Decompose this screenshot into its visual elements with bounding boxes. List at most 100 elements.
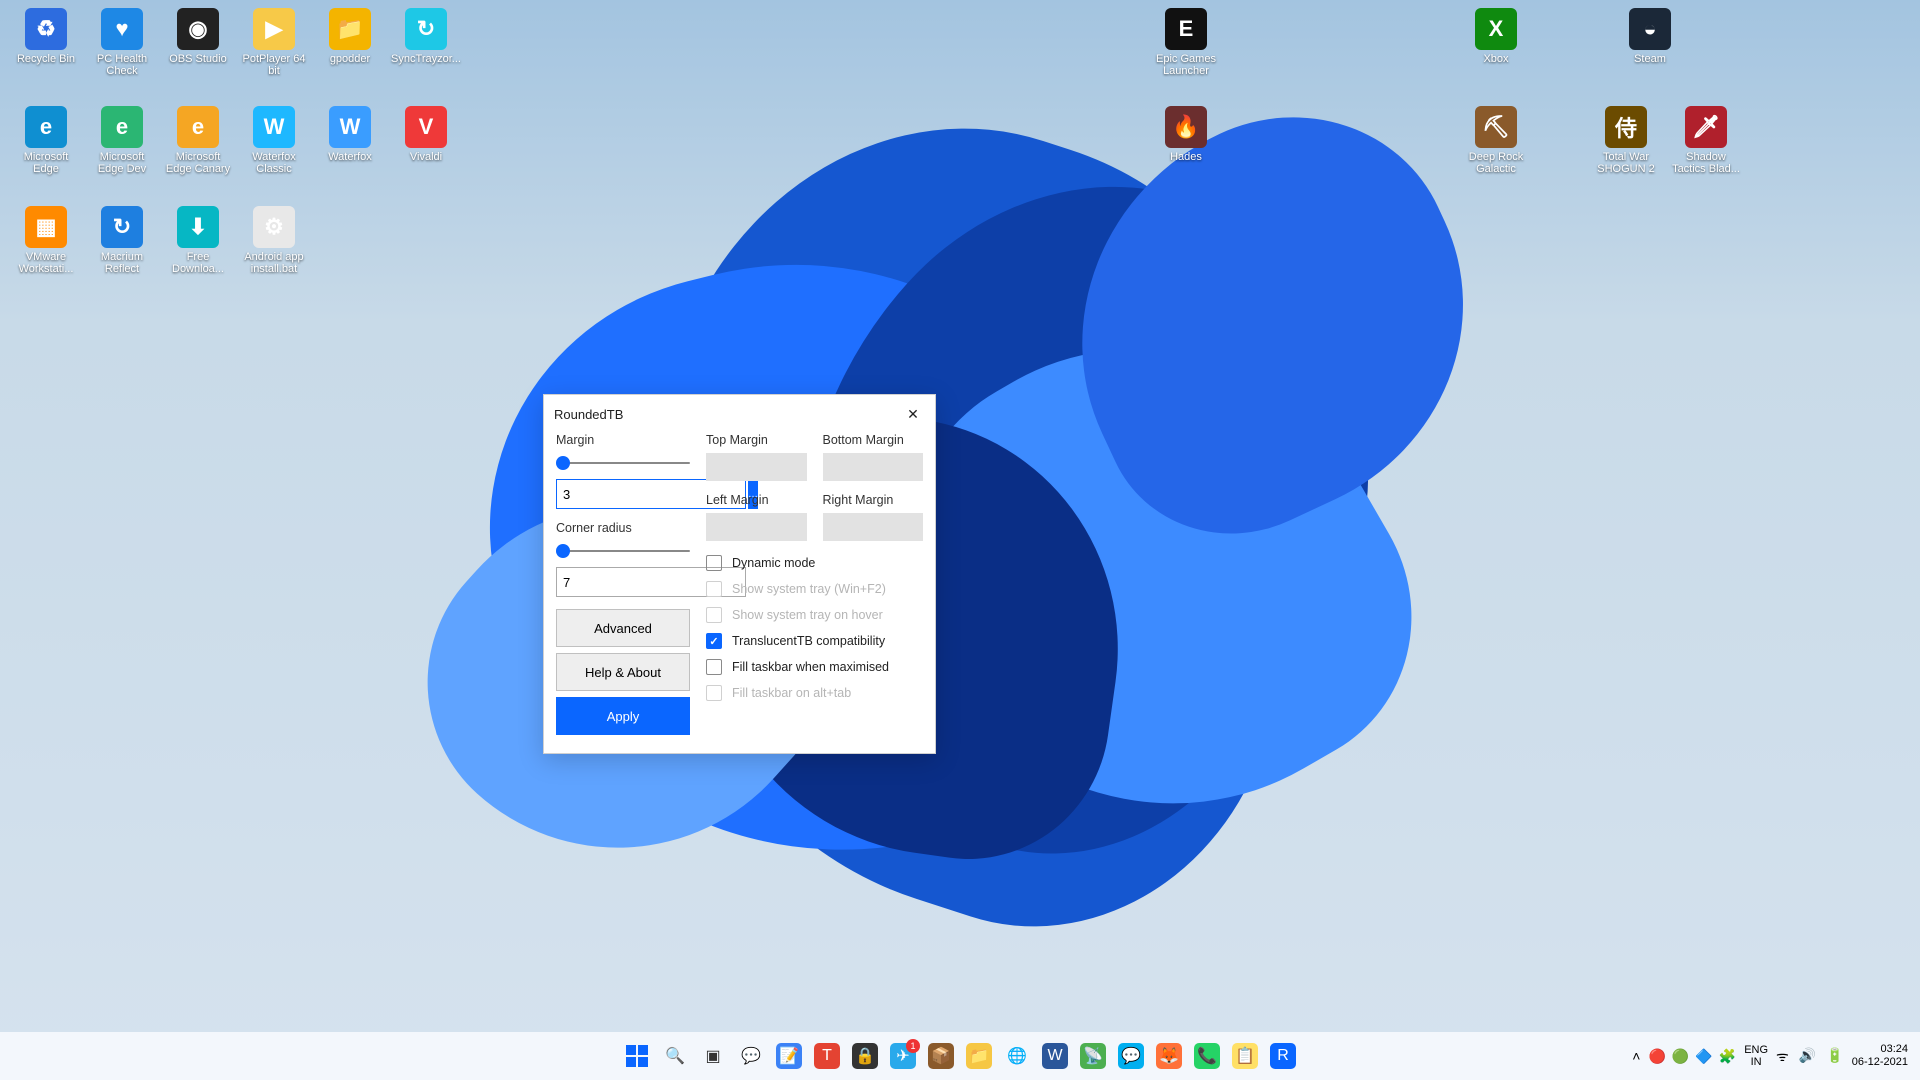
icon-label: Android app install.bat — [238, 251, 310, 275]
taskbar-item-roundedtb[interactable]: R — [1266, 1039, 1300, 1073]
taskbar-item-winrar[interactable]: 📦 — [924, 1039, 958, 1073]
desktop-icon-shadow-tactics-blad[interactable]: 🗡Shadow Tactics Blad... — [1670, 106, 1742, 175]
icon-label: SyncTrayzor... — [390, 53, 462, 65]
right-margin-label: Right Margin — [823, 493, 924, 507]
taskbar-center: 🔍▣💬📝T🔒✈1📦📁🌐W📡💬🦊📞📋R — [620, 1039, 1300, 1073]
taskbar-item-sticky[interactable]: 📋 — [1228, 1039, 1262, 1073]
tray-icon-3[interactable]: 🧩 — [1719, 1048, 1736, 1065]
taskbar-item-task-view[interactable]: ▣ — [696, 1039, 730, 1073]
notes-icon: 📝 — [776, 1043, 802, 1069]
corner-radius-label: Corner radius — [556, 521, 690, 535]
app-icon: 🗡 — [1685, 106, 1727, 148]
dialog-title-text: RoundedTB — [554, 407, 623, 422]
tray-chevron-icon[interactable]: ˄ — [1632, 1048, 1640, 1064]
desktop-icon-total-war-shogun-2[interactable]: 侍Total War SHOGUN 2 — [1590, 106, 1662, 175]
taskbar-item-telegram[interactable]: ✈1 — [886, 1039, 920, 1073]
taskbar-item-chrome[interactable]: 🌐 — [1000, 1039, 1034, 1073]
app-icon: ↻ — [101, 206, 143, 248]
icon-label: gpodder — [314, 53, 386, 65]
desktop-icon-steam[interactable]: ◒Steam — [1614, 8, 1686, 65]
network-sound-battery[interactable]: ᯤ 🔊 🔋 — [1776, 1047, 1844, 1066]
keepass-icon: 🔒 — [852, 1043, 878, 1069]
desktop-icon-epic-games-launcher[interactable]: EEpic Games Launcher — [1150, 8, 1222, 77]
help-about-button[interactable]: Help & About — [556, 653, 690, 691]
app-icon: e — [101, 106, 143, 148]
tray-icon-2[interactable]: 🔷 — [1695, 1048, 1712, 1065]
margin-label: Margin — [556, 433, 690, 447]
advanced-button[interactable]: Advanced — [556, 609, 690, 647]
desktop-icon-deep-rock-galactic[interactable]: ⛏Deep Rock Galactic — [1460, 106, 1532, 175]
taskbar-item-start[interactable] — [620, 1039, 654, 1073]
close-button[interactable]: ✕ — [901, 402, 925, 426]
app-icon: V — [405, 106, 447, 148]
taskbar-item-keepass[interactable]: 🔒 — [848, 1039, 882, 1073]
apply-button[interactable]: Apply — [556, 697, 690, 735]
clock[interactable]: 03:24 06-12-2021 — [1852, 1043, 1914, 1069]
icon-label: Macrium Reflect — [86, 251, 158, 275]
top-margin-label: Top Margin — [706, 433, 807, 447]
taskbar-item-chat[interactable]: 💬 — [734, 1039, 768, 1073]
taskbar-item-todoist[interactable]: T — [810, 1039, 844, 1073]
taskbar-item-search[interactable]: 🔍 — [658, 1039, 692, 1073]
wifi-icon: ᯤ — [1776, 1047, 1789, 1066]
taskbar-item-firefox[interactable]: 🦊 — [1152, 1039, 1186, 1073]
whatsapp-icon: 📞 — [1194, 1043, 1220, 1069]
app-icon: ▦ — [25, 206, 67, 248]
desktop-icon-free-downloa[interactable]: ⬇Free Downloa... — [162, 206, 234, 275]
app-icon: ♻ — [25, 8, 67, 50]
taskbar-item-word[interactable]: W — [1038, 1039, 1072, 1073]
tray-icon-0[interactable]: 🔴 — [1648, 1048, 1665, 1065]
firefox-icon: 🦊 — [1156, 1043, 1182, 1069]
desktop-icon-android-app-install-bat[interactable]: ⚙Android app install.bat — [238, 206, 310, 275]
icon-label: Hades — [1150, 151, 1222, 163]
taskbar-item-rss[interactable]: 📡 — [1076, 1039, 1110, 1073]
app-icon: X — [1475, 8, 1517, 50]
left-margin-input[interactable] — [706, 513, 807, 541]
desktop-icon-synctrayzor[interactable]: ↻ SyncTrayzor... — [390, 8, 462, 65]
desktop-icon-waterfox-classic[interactable]: WWaterfox Classic — [238, 106, 310, 175]
language-switcher[interactable]: ENG IN — [1744, 1044, 1768, 1068]
desktop-icon-recycle-bin[interactable]: ♻Recycle Bin — [10, 8, 82, 65]
desktop-icon-waterfox[interactable]: WWaterfox — [314, 106, 386, 163]
clock-time: 03:24 — [1852, 1043, 1908, 1056]
desktop-icon-vmware-workstati[interactable]: ▦VMware Workstati... — [10, 206, 82, 275]
desktop-icon-xbox[interactable]: X Xbox — [1460, 8, 1532, 65]
notification-badge: 1 — [906, 1039, 920, 1053]
app-icon: ↻ — [405, 8, 447, 50]
margin-slider[interactable] — [556, 453, 690, 473]
dynamic-mode-checkbox[interactable]: Dynamic mode — [706, 555, 923, 571]
dialog-titlebar[interactable]: RoundedTB ✕ — [544, 395, 935, 433]
right-margin-input[interactable] — [823, 513, 924, 541]
desktop-icon-macrium-reflect[interactable]: ↻ Macrium Reflect — [86, 206, 158, 275]
taskbar-item-file-explorer[interactable]: 📁 — [962, 1039, 996, 1073]
top-margin-input[interactable] — [706, 453, 807, 481]
corner-radius-slider[interactable] — [556, 541, 690, 561]
desktop-icon-vivaldi[interactable]: VVivaldi — [390, 106, 462, 163]
bottom-margin-input[interactable] — [823, 453, 924, 481]
word-icon: W — [1042, 1043, 1068, 1069]
taskbar-item-skype[interactable]: 💬 — [1114, 1039, 1148, 1073]
taskbar-right: ˄ 🔴 🟢 🔷 🧩 ENG IN ᯤ 🔊 🔋 03:24 06-12-2021 — [1632, 1043, 1914, 1069]
battery-icon: 🔋 — [1826, 1047, 1843, 1066]
desktop-icon-obs-studio[interactable]: ◉OBS Studio — [162, 8, 234, 65]
desktop-icon-potplayer-64-bit[interactable]: ▶PotPlayer 64 bit — [238, 8, 310, 77]
tray-icon-1[interactable]: 🟢 — [1672, 1048, 1689, 1065]
icon-label: Xbox — [1460, 53, 1532, 65]
close-icon: ✕ — [907, 406, 919, 423]
desktop-icon-hades[interactable]: 🔥Hades — [1150, 106, 1222, 163]
search-icon: 🔍 — [662, 1043, 688, 1069]
file-explorer-icon: 📁 — [966, 1043, 992, 1069]
desktop-icon-microsoft-edge-dev[interactable]: eMicrosoft Edge Dev — [86, 106, 158, 175]
taskbar-item-notes[interactable]: 📝 — [772, 1039, 806, 1073]
fill-maximised-checkbox[interactable]: Fill taskbar when maximised — [706, 659, 923, 675]
taskbar-item-whatsapp[interactable]: 📞 — [1190, 1039, 1224, 1073]
desktop-icon-gpodder[interactable]: 📁gpodder — [314, 8, 386, 65]
desktop-icon-microsoft-edge-canary[interactable]: eMicrosoft Edge Canary — [162, 106, 234, 175]
desktop-icon-pc-health-check[interactable]: ♥PC Health Check — [86, 8, 158, 77]
desktop-icon-microsoft-edge[interactable]: eMicrosoft Edge — [10, 106, 82, 175]
app-icon: ⛏ — [1475, 106, 1517, 148]
translucenttb-checkbox[interactable]: TranslucentTB compatibility — [706, 633, 923, 649]
icon-label: Free Downloa... — [162, 251, 234, 275]
icon-label: PotPlayer 64 bit — [238, 53, 310, 77]
app-icon: ◉ — [177, 8, 219, 50]
